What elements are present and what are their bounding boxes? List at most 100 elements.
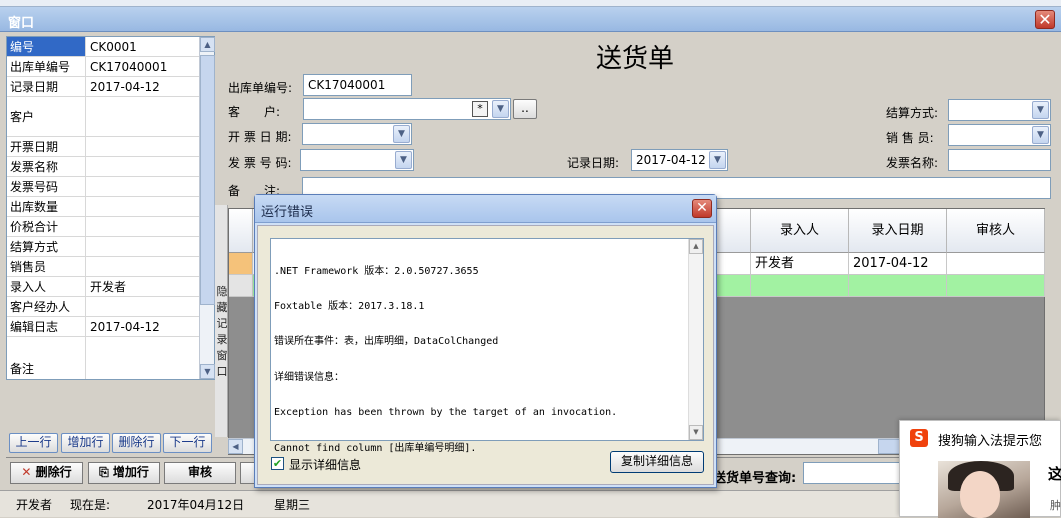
record-key: 编号 (7, 37, 86, 56)
record-value (87, 297, 200, 316)
record-row-invoice-no[interactable]: 发票号码 (7, 177, 200, 197)
record-value: 开发者 (90, 280, 127, 294)
ime-tip-photo (938, 461, 1030, 518)
error-text-scrollbar[interactable]: ▲ ▼ (688, 239, 703, 440)
status-date: 2017年04月12日 (147, 498, 245, 512)
prev-row-button[interactable]: 上一行 (9, 433, 58, 453)
scroll-thumb[interactable] (200, 55, 215, 305)
grid-cell-new-row[interactable] (947, 275, 1045, 297)
error-details-textbox[interactable]: .NET Framework 版本：2.0.50727.3655 Foxtabl… (270, 238, 704, 454)
review-button[interactable]: 审核 (164, 462, 236, 484)
grid-cell[interactable]: 2017-04-12 (849, 253, 947, 275)
order-no-label: 出库单编号: (228, 81, 293, 95)
record-row-handler[interactable]: 客户经办人 (7, 297, 200, 317)
status-user: 开发者 (16, 498, 53, 512)
invoice-no-label: 发 票 号 码: (228, 156, 292, 170)
delete-row-nav-button[interactable]: 删除行 (112, 433, 161, 453)
record-key: 发票号码 (7, 177, 86, 196)
salesperson-combo[interactable]: ▼ (948, 124, 1051, 146)
error-details-text: .NET Framework 版本：2.0.50727.3655 Foxtabl… (274, 242, 685, 478)
record-panel-scrollbar[interactable]: ▲ ▼ (199, 37, 215, 379)
chevron-down-icon[interactable]: ▼ (395, 151, 412, 169)
error-line: Exception has been thrown by the target … (274, 407, 618, 419)
customer-input[interactable]: * ▼ (303, 98, 511, 120)
order-no-input[interactable]: CK17040001 (303, 74, 412, 96)
grid-row-selector[interactable] (229, 253, 253, 275)
dialog-titlebar: 运行错误 ✕ (255, 195, 716, 223)
record-key: 编辑日志 (7, 317, 86, 336)
grid-header-reviewer[interactable]: 审核人 (947, 209, 1045, 253)
dialog-close-icon[interactable]: ✕ (692, 199, 712, 218)
scroll-left-icon[interactable]: ◀ (228, 439, 243, 454)
invoice-no-combo[interactable]: ▼ (300, 149, 414, 171)
grid-cell-new-row[interactable] (849, 275, 947, 297)
record-row-entered-by[interactable]: 录入人 开发者 (7, 277, 200, 297)
status-now-label: 现在是: (70, 498, 111, 512)
settlement-combo[interactable]: ▼ (948, 99, 1051, 121)
record-row-invoice-date[interactable]: 开票日期 (7, 137, 200, 157)
chevron-down-icon[interactable]: ▼ (709, 151, 726, 169)
chevron-down-icon[interactable]: ▼ (1032, 126, 1049, 144)
add-row-button[interactable]: ⎘ 增加行 (88, 462, 160, 484)
scroll-up-icon[interactable]: ▲ (689, 239, 703, 254)
invoice-date-combo[interactable]: ▼ (302, 123, 412, 145)
record-value (87, 97, 200, 136)
insert-row-icon: ⎘ (99, 465, 109, 479)
window-close-icon[interactable]: ✕ (1035, 10, 1055, 29)
record-key: 客户 (7, 97, 86, 136)
record-value (87, 217, 200, 236)
delivery-query-input[interactable] (803, 462, 913, 484)
record-value: CK17040001 (90, 59, 168, 74)
chevron-down-icon[interactable]: ▼ (393, 125, 410, 143)
error-line: 详细错误信息： (274, 371, 344, 383)
record-key: 出库数量 (7, 197, 86, 216)
grid-row-selector[interactable] (229, 275, 253, 297)
scroll-up-icon[interactable]: ▲ (200, 37, 215, 52)
record-date-combo[interactable]: 2017-04-12 ▼ (631, 149, 728, 171)
record-row-notes[interactable]: 备注 (7, 337, 200, 379)
ime-tip-subtext: 肿 (1050, 499, 1061, 512)
error-line: Foxtable 版本：2017.3.18.1 (274, 300, 425, 312)
grid-header-entry-date[interactable]: 录入日期 (849, 209, 947, 253)
delete-row-button[interactable]: ✕ 删除行 (10, 462, 83, 484)
record-key: 出库单编号 (7, 57, 86, 76)
customer-lookup-button[interactable]: .. (513, 99, 537, 119)
record-value: CK0001 (90, 39, 137, 54)
chevron-down-icon[interactable]: ▼ (492, 100, 509, 118)
record-row-id[interactable]: 编号 CK0001 (7, 37, 200, 57)
record-value (87, 237, 200, 256)
record-row-total[interactable]: 价税合计 (7, 217, 200, 237)
record-row-quantity[interactable]: 出库数量 (7, 197, 200, 217)
add-row-label: 增加行 (112, 465, 149, 479)
record-row-settlement[interactable]: 结算方式 (7, 237, 200, 257)
record-key: 结算方式 (7, 237, 86, 256)
grid-cell[interactable]: 开发者 (751, 253, 849, 275)
grid-cell[interactable] (947, 253, 1045, 275)
record-key: 录入人 (7, 277, 86, 296)
grid-header-entered-by[interactable]: 录入人 (751, 209, 849, 253)
delete-icon: ✕ (21, 465, 32, 479)
ime-tip-title: 搜狗输入法提示您 (938, 434, 1043, 449)
salesperson-label: 销 售 员: (886, 131, 934, 145)
add-row-nav-button[interactable]: 增加行 (61, 433, 110, 453)
record-row-edit-log[interactable]: 编辑日志 2017-04-12 (7, 317, 200, 337)
record-row-invoice-name[interactable]: 发票名称 (7, 157, 200, 177)
record-row-customer[interactable]: 客户 (7, 97, 200, 137)
scroll-down-icon[interactable]: ▼ (200, 364, 215, 379)
record-row-order-no[interactable]: 出库单编号 CK17040001 (7, 57, 200, 77)
show-details-checkbox[interactable]: ✔ (271, 457, 284, 470)
record-key: 备注 (7, 337, 86, 379)
record-key: 客户经办人 (7, 297, 86, 316)
record-row-record-date[interactable]: 记录日期 2017-04-12 (7, 77, 200, 97)
hide-record-window-label[interactable]: 隐藏记录窗口 (216, 284, 228, 380)
copy-details-button[interactable]: 复制详细信息 (610, 451, 704, 473)
next-row-button[interactable]: 下一行 (163, 433, 212, 453)
scroll-down-icon[interactable]: ▼ (689, 425, 703, 440)
record-row-salesperson[interactable]: 销售员 (7, 257, 200, 277)
chevron-down-icon[interactable]: ▼ (1032, 101, 1049, 119)
grid-cell-new-row[interactable] (751, 275, 849, 297)
invoice-name-input[interactable] (948, 149, 1051, 171)
show-details-label[interactable]: 显示详细信息 (289, 456, 361, 473)
delete-row-label: 删除行 (35, 465, 72, 479)
photo-face (960, 471, 1000, 518)
